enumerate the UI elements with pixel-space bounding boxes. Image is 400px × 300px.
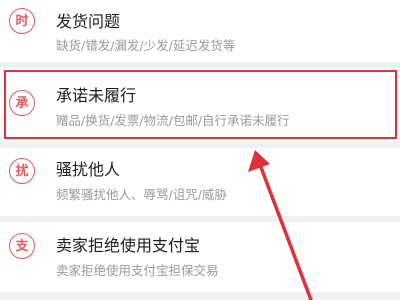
complaint-item-desc: 赠品/换货/发票/物流/包邮/自行承诺未履行 <box>56 113 290 128</box>
complaint-item-desc: 缺货/错发/漏发/少发/延迟发货等 <box>56 38 236 53</box>
section-separator <box>0 292 400 298</box>
complaint-item-desc: 频繁骚扰他人、辱骂/诅咒/威胁 <box>56 187 227 202</box>
shipping-badge-icon: 时 <box>9 8 35 34</box>
alipay-badge-icon: 支 <box>9 233 35 259</box>
complaint-item-promise[interactable]: 承 承诺未履行 赠品/换货/发票/物流/包邮/自行承诺未履行 <box>0 68 400 142</box>
complaint-item-alipay-refusal[interactable]: 支 卖家拒绝使用支付宝 卖家拒绝使用支付宝担保交易 <box>0 222 400 296</box>
complaint-item-harassment[interactable]: 扰 骚扰他人 频繁骚扰他人、辱骂/诅咒/威胁 <box>0 148 400 222</box>
complaint-type-screen: 时 发货问题 缺货/错发/漏发/少发/延迟发货等 承 承诺未履行 赠品/换货/发… <box>0 0 400 300</box>
complaint-item-title: 发货问题 <box>56 12 121 31</box>
promise-badge-icon: 承 <box>9 90 35 116</box>
complaint-item-title: 骚扰他人 <box>56 160 121 179</box>
complaint-item-shipping[interactable]: 时 发货问题 缺货/错发/漏发/少发/延迟发货等 <box>0 0 400 62</box>
harassment-badge-icon: 扰 <box>9 158 35 184</box>
complaint-item-title: 卖家拒绝使用支付宝 <box>56 236 201 255</box>
complaint-item-desc: 卖家拒绝使用支付宝担保交易 <box>56 263 219 278</box>
complaint-item-title: 承诺未履行 <box>56 86 137 105</box>
